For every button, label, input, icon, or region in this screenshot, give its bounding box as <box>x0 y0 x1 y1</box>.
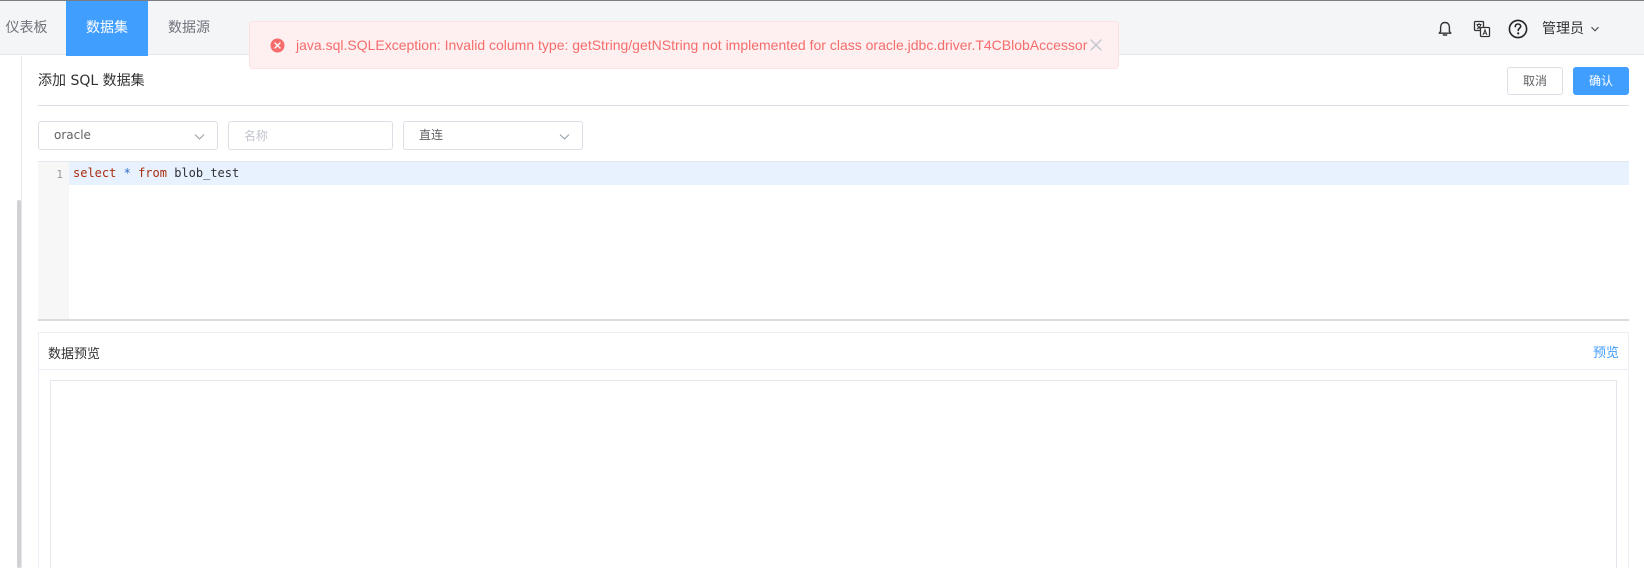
nav-tab-datasource[interactable]: 数据源 <box>158 1 220 56</box>
chevron-down-icon <box>559 134 570 140</box>
page-title: 添加 SQL 数据集 <box>38 73 145 89</box>
cancel-button[interactable]: 取消 <box>1507 67 1563 95</box>
help-icon[interactable] <box>1508 19 1528 39</box>
data-preview-title: 数据预览 <box>48 347 101 362</box>
sql-wildcard: * <box>123 166 131 180</box>
datasource-select[interactable]: oracle <box>38 121 218 150</box>
sql-editor[interactable]: 1 select * from blob_test <box>38 161 1629 321</box>
data-preview-header: 数据预览 预览 <box>39 333 1628 370</box>
datasource-select-value: oracle <box>54 128 91 142</box>
editor-gutter: 1 <box>38 162 69 319</box>
user-menu[interactable]: 管理员 <box>1542 1 1600 56</box>
user-name: 管理员 <box>1542 21 1584 37</box>
nav-tab-dataset[interactable]: 数据集 <box>66 1 148 56</box>
sql-keyword-select: select <box>73 166 117 180</box>
active-line-highlight <box>69 162 1629 185</box>
data-preview-table <box>50 380 1617 568</box>
nav-tab-dashboard[interactable]: 仪表板 <box>0 1 53 56</box>
close-icon[interactable] <box>1089 38 1103 52</box>
sql-table-name: blob_test <box>174 166 240 180</box>
sql-keyword-from: from <box>138 166 167 180</box>
error-toast: java.sql.SQLException: Invalid column ty… <box>249 21 1119 69</box>
code-line[interactable]: select * from blob_test <box>73 166 239 180</box>
bell-icon[interactable] <box>1436 20 1454 38</box>
connection-mode-value: 直连 <box>419 128 444 142</box>
preview-link[interactable]: 预览 <box>1593 342 1619 361</box>
chevron-down-icon <box>1591 26 1599 32</box>
dataset-name-input[interactable] <box>228 121 393 150</box>
connection-mode-select[interactable]: 直连 <box>403 121 583 150</box>
line-number: 1 <box>56 168 63 181</box>
divider <box>38 105 1629 106</box>
translate-icon[interactable] <box>1473 20 1491 38</box>
confirm-button[interactable]: 确认 <box>1573 67 1629 95</box>
error-circle-icon <box>270 38 285 53</box>
chevron-down-icon <box>194 134 205 140</box>
left-scrollbar[interactable] <box>17 200 21 568</box>
toast-message: java.sql.SQLException: Invalid column ty… <box>296 37 1088 53</box>
data-preview-panel: 数据预览 预览 <box>38 332 1629 568</box>
